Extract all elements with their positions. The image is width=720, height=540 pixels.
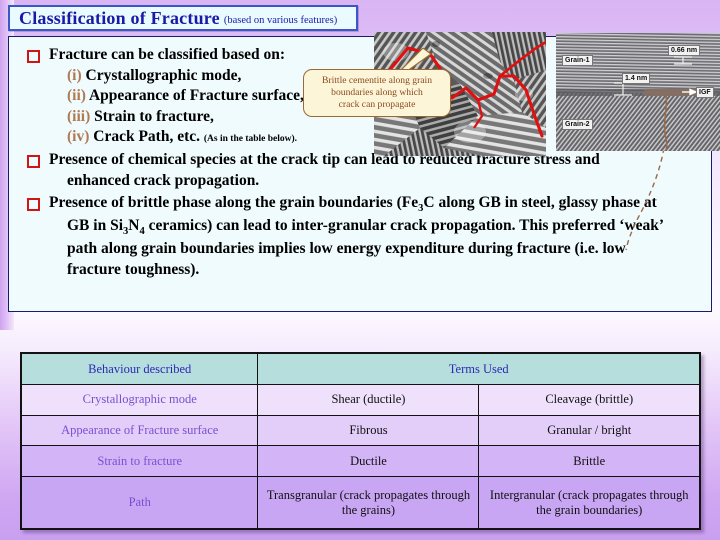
micrograph-hrtem-grain-boundary: Grain-1 Grain-2 0.66 nm 1.4 nm IGF [556, 33, 720, 151]
row-value-fibrous: Fibrous [257, 414, 480, 447]
callout-line-1: Brittle cementite along grain [321, 75, 433, 87]
roman-iv: (iv) [67, 128, 90, 146]
row-value-transgranular: Transgranular (crack propagates through … [257, 476, 480, 530]
roman-iii: (iii) [67, 107, 91, 125]
bullet-1-sub-4-text: Crack Path, etc. [93, 128, 201, 146]
row-value-brittle: Brittle [478, 445, 701, 478]
callout-brittle-cementite: Brittle cementite along grain boundaries… [303, 69, 451, 117]
bullet-1-lead: Fracture can be classified based on: [49, 46, 286, 63]
bullet-square-icon [27, 155, 40, 169]
label-igf: IGF [696, 87, 714, 98]
bullet-1-sub-3-text: Strain to fracture, [94, 107, 214, 125]
table-header-behaviour: Behaviour described [20, 352, 259, 385]
row-value-granular-bright: Granular / bright [478, 414, 701, 447]
slide-canvas: Classification of Fracture (based on var… [0, 0, 720, 540]
table-row: Appearance of Fracture surface Fibrous G… [20, 414, 701, 447]
row-label-crystallographic-mode: Crystallographic mode [20, 383, 259, 416]
bullet-3-line-b: GB in Si3N4 ceramics) can lead to inter-… [49, 216, 705, 239]
bullet-2-line-b: enhanced crack propagation. [67, 171, 260, 189]
table-row: Strain to fracture Ductile Brittle [20, 445, 701, 478]
table-header-terms: Terms Used [257, 352, 701, 385]
page-title: Classification of Fracture (based on var… [8, 5, 358, 31]
bullet-3-line-a2: C along GB in steel, glassy phase at [423, 194, 657, 212]
label-grain-2: Grain-2 [562, 119, 593, 130]
bullet-square-icon [27, 50, 40, 63]
table-header-row: Behaviour described Terms Used [20, 352, 701, 385]
bullet-1-sub-1-text: Crystallographic mode, [85, 66, 242, 84]
fracture-classification-table: Behaviour described Terms Used Crystallo… [20, 352, 701, 530]
label-spacing-066: 0.66 nm [668, 45, 701, 56]
roman-ii: (ii) [67, 87, 86, 105]
bullet-3-line-c: path along grain boundaries implies low … [67, 240, 626, 258]
bullet-3-si: GB in Si [67, 217, 123, 235]
bullet-3-line-a: Presence of brittle phase along the grai… [49, 194, 419, 212]
bullet-square-icon [27, 198, 40, 212]
bullet-1-sub-2-text: Appearance of Fracture surface, [88, 87, 304, 105]
roman-i: (i) [67, 66, 82, 84]
row-value-shear-ductile: Shear (ductile) [257, 383, 480, 416]
table-row: Path Transgranular (crack propagates thr… [20, 476, 701, 530]
table-row: Crystallographic mode Shear (ductile) Cl… [20, 383, 701, 416]
callout-line-2: boundaries along which [331, 87, 423, 98]
row-label-path: Path [20, 476, 259, 530]
bullet-3-line-b2: ceramics) can lead to inter-granular cra… [144, 217, 665, 235]
row-value-ductile: Ductile [257, 445, 480, 478]
label-grain-1: Grain-1 [562, 55, 593, 66]
page-title-main: Classification of Fracture [19, 7, 220, 28]
bullet-item-3: Presence of brittle phase along the grai… [15, 193, 705, 280]
callout-line-3: crack can propagate [338, 98, 416, 110]
bullet-3-n: N [128, 217, 140, 235]
table-reference-note: (As in the table below). [203, 134, 298, 145]
row-value-cleavage-brittle: Cleavage (brittle) [478, 383, 701, 416]
fracture-classification-table-wrapper: Behaviour described Terms Used Crystallo… [20, 352, 701, 530]
page-title-subtitle: (based on various features) [223, 14, 338, 26]
row-value-intergranular: Intergranular (crack propagates through … [478, 476, 701, 530]
row-label-strain-to-fracture: Strain to fracture [20, 445, 259, 478]
row-label-appearance: Appearance of Fracture surface [20, 414, 259, 447]
bullet-3-line-d: fracture toughness). [67, 261, 200, 279]
bullet-item-2: Presence of chemical species at the crac… [15, 150, 705, 191]
label-spacing-14: 1.4 nm [622, 73, 651, 84]
